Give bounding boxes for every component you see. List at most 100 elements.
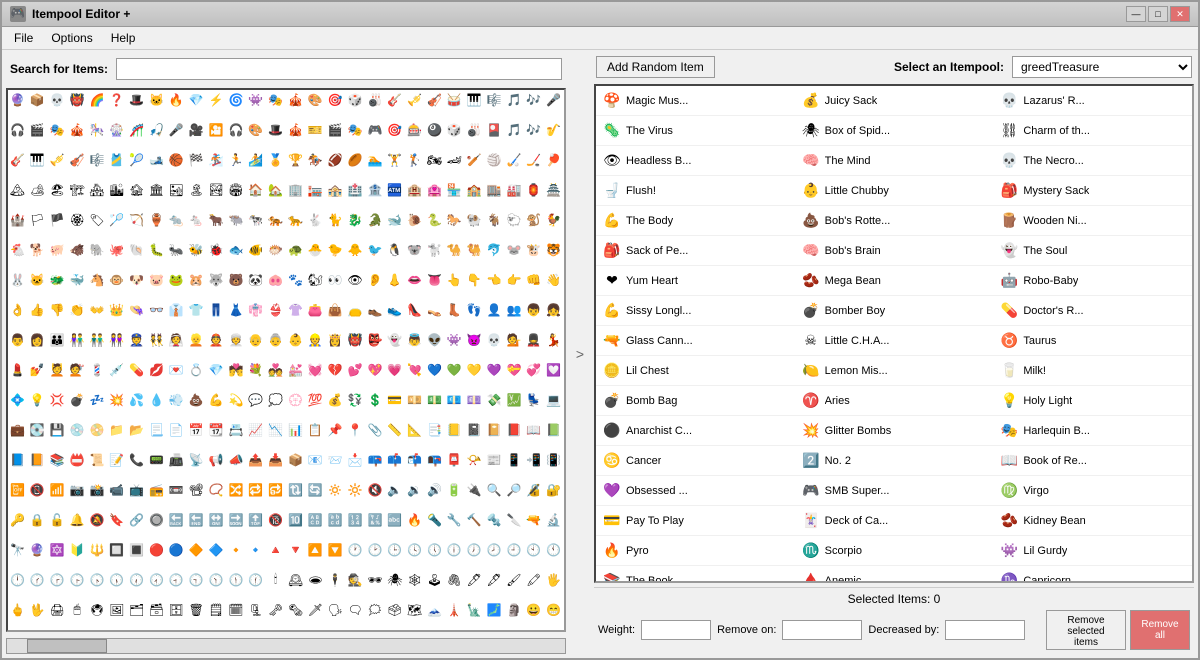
table-row[interactable]: 🔙: [167, 510, 186, 529]
list-item[interactable]: 🍋Lemon Mis...: [795, 356, 994, 386]
table-row[interactable]: 👶: [286, 330, 305, 349]
table-row[interactable]: 🔄: [306, 480, 325, 499]
list-item[interactable]: ⚫Anarchist C...: [596, 416, 795, 446]
table-row[interactable]: 🎶: [524, 120, 543, 139]
list-item[interactable]: 📚The Book ...: [596, 566, 795, 583]
table-row[interactable]: 👙: [266, 300, 285, 319]
table-row[interactable]: 🐲: [48, 270, 67, 289]
remove-selected-button[interactable]: Remove selected items: [1046, 610, 1126, 650]
table-row[interactable]: 🔎: [504, 480, 523, 499]
table-row[interactable]: 🏈: [326, 150, 345, 169]
table-row[interactable]: 🎽: [107, 150, 126, 169]
table-row[interactable]: 🕰: [286, 570, 305, 589]
table-row[interactable]: 🎵: [504, 90, 523, 109]
table-row[interactable]: 🔈: [385, 480, 404, 499]
table-row[interactable]: 🏺: [147, 210, 166, 229]
add-random-button[interactable]: Add Random Item: [596, 56, 715, 78]
table-row[interactable]: 🗞: [286, 600, 305, 619]
table-row[interactable]: 💠: [8, 390, 27, 409]
table-row[interactable]: 💂: [524, 330, 543, 349]
list-item[interactable]: ☠Little C.H.A...: [795, 326, 994, 356]
table-row[interactable]: 🔝: [246, 510, 265, 529]
table-row[interactable]: 🐉: [346, 210, 365, 229]
table-row[interactable]: 🎸: [8, 150, 27, 169]
table-row[interactable]: 🐆: [286, 210, 305, 229]
table-row[interactable]: 🎵: [504, 120, 523, 139]
table-row[interactable]: 🖼: [107, 600, 126, 619]
table-row[interactable]: 👷: [306, 330, 325, 349]
table-row[interactable]: 🐯: [544, 240, 563, 259]
list-item[interactable]: 🎒Mystery Sack: [993, 176, 1192, 206]
table-row[interactable]: 📦: [28, 90, 47, 109]
table-row[interactable]: 👟: [385, 300, 404, 319]
table-row[interactable]: 🏥: [346, 180, 365, 199]
table-row[interactable]: 💖: [365, 360, 384, 379]
table-row[interactable]: 💱: [346, 390, 365, 409]
table-row[interactable]: 🐶: [127, 270, 146, 289]
table-row[interactable]: 🎶: [524, 90, 543, 109]
list-item[interactable]: 🦠The Virus: [596, 116, 795, 146]
table-row[interactable]: 👼: [405, 330, 424, 349]
table-row[interactable]: 🕒: [385, 540, 404, 559]
table-row[interactable]: 🔳: [127, 540, 146, 559]
table-row[interactable]: 🐠: [246, 240, 265, 259]
table-row[interactable]: 💃: [544, 330, 563, 349]
table-row[interactable]: 📝: [107, 450, 126, 469]
table-row[interactable]: 🎲: [346, 90, 365, 109]
list-item[interactable]: 💳Pay To Play: [596, 506, 795, 536]
table-row[interactable]: 💎: [187, 90, 206, 109]
table-row[interactable]: 🏭: [504, 180, 523, 199]
table-row[interactable]: 🎳: [365, 90, 384, 109]
table-row[interactable]: 👍: [28, 300, 47, 319]
table-row[interactable]: 🎾: [127, 150, 146, 169]
table-row[interactable]: 🎩: [266, 120, 285, 139]
table-row[interactable]: 🐎: [445, 210, 464, 229]
table-row[interactable]: 📑: [425, 420, 444, 439]
table-row[interactable]: 🔌: [465, 480, 484, 499]
table-row[interactable]: 👾: [246, 90, 265, 109]
table-row[interactable]: 🗾: [485, 600, 504, 619]
table-row[interactable]: 📭: [425, 450, 444, 469]
table-row[interactable]: 💜: [485, 360, 504, 379]
table-row[interactable]: 🎬: [28, 120, 47, 139]
table-row[interactable]: 💒: [286, 360, 305, 379]
table-row[interactable]: 🕙: [524, 540, 543, 559]
list-item[interactable]: 💜Obsessed ...: [596, 476, 795, 506]
table-row[interactable]: 🗽: [465, 600, 484, 619]
table-row[interactable]: 📛: [68, 450, 87, 469]
table-row[interactable]: 🖍: [524, 570, 543, 589]
table-row[interactable]: 🎨: [306, 90, 325, 109]
table-row[interactable]: 🏟: [226, 180, 245, 199]
table-row[interactable]: 🔔: [68, 510, 87, 529]
table-row[interactable]: 👑: [107, 300, 126, 319]
table-row[interactable]: 🕓: [405, 540, 424, 559]
table-row[interactable]: 👹: [346, 330, 365, 349]
table-row[interactable]: 🏂: [207, 150, 226, 169]
table-row[interactable]: 📷: [68, 480, 87, 499]
table-row[interactable]: 💋: [147, 360, 166, 379]
table-row[interactable]: 🕘: [504, 540, 523, 559]
menu-help[interactable]: Help: [103, 29, 144, 47]
table-row[interactable]: 🏢: [286, 180, 305, 199]
table-row[interactable]: 🌈: [87, 90, 106, 109]
table-row[interactable]: 🐓: [544, 210, 563, 229]
table-row[interactable]: 👱: [187, 330, 206, 349]
table-row[interactable]: 💄: [8, 360, 27, 379]
table-row[interactable]: 📴: [8, 480, 27, 499]
table-row[interactable]: 📎: [365, 420, 384, 439]
minimize-button[interactable]: —: [1126, 6, 1146, 22]
table-row[interactable]: 🏦: [365, 180, 384, 199]
list-item[interactable]: ⛓Charm of th...: [993, 116, 1192, 146]
table-row[interactable]: 👴: [246, 330, 265, 349]
table-row[interactable]: 🏵: [68, 210, 87, 229]
table-row[interactable]: 🎼: [87, 150, 106, 169]
table-row[interactable]: 🐘: [87, 240, 106, 259]
table-row[interactable]: 👞: [365, 300, 384, 319]
table-row[interactable]: 🔀: [226, 480, 245, 499]
table-row[interactable]: 📱: [504, 450, 523, 469]
table-row[interactable]: 🕳: [306, 570, 325, 589]
table-row[interactable]: 📆: [207, 420, 226, 439]
table-row[interactable]: 👬: [87, 330, 106, 349]
table-row[interactable]: 🔥: [405, 510, 424, 529]
table-row[interactable]: 🐐: [485, 210, 504, 229]
